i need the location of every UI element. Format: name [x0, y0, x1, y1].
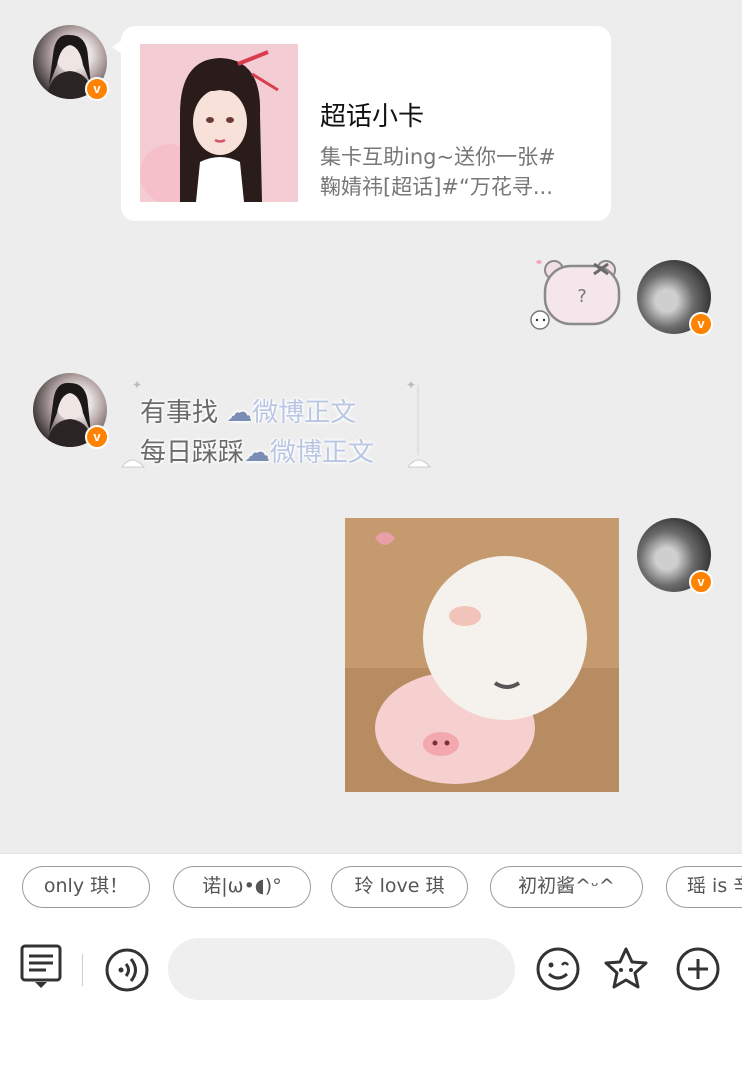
quick-reply-chip[interactable]: 玲 love 琪 [331, 866, 468, 908]
cute-text-line: 每日踩踩☁微博正文 [140, 432, 374, 469]
card-title: 超话小卡 [320, 102, 425, 132]
add-icon[interactable] [675, 946, 721, 996]
verified-badge-icon: v [85, 425, 109, 449]
svg-text:✦: ✦ [406, 378, 416, 392]
quick-reply-chip[interactable]: 初初酱^ᵕ^ [490, 866, 643, 908]
sender-avatar[interactable]: v [33, 25, 109, 101]
star-sticker-icon[interactable] [602, 945, 650, 997]
my-avatar[interactable]: v [637, 518, 713, 594]
plush-photo-message[interactable] [345, 518, 619, 792]
quick-reply-chip[interactable]: only 琪！ [22, 866, 150, 908]
super-topic-card-message[interactable]: 超话小卡 集卡互助ing~送你一张# 鞠婧祎[超话]#“万花寻... [112, 26, 611, 221]
toolbar-divider [82, 954, 83, 986]
quick-reply-chip[interactable]: 瑶 is 辛 [666, 866, 742, 908]
voice-icon[interactable] [104, 947, 150, 997]
card-thumbnail-image [140, 44, 298, 202]
my-avatar[interactable]: v [637, 260, 713, 336]
cloud-icon: ☁ [226, 398, 253, 428]
quick-reply-bar[interactable]: only 琪！ 诺|ω•◖)° 玲 love 琪 初初酱^ᵕ^ 瑶 is 辛 [0, 866, 742, 912]
text-segment: 微博正文 [270, 438, 375, 468]
message-input[interactable] [168, 938, 515, 1000]
quick-reply-chip[interactable]: 诺|ω•◖)° [173, 866, 311, 908]
text-segment: 微博正文 [252, 398, 357, 428]
cute-text-line: 有事找 ☁微博正文 [140, 392, 356, 429]
card-description: 集卡互助ing~送你一张# 鞠婧祎[超话]#“万花寻... [320, 142, 595, 202]
bear-sticker-message[interactable]: ? [524, 256, 624, 332]
verified-badge-icon: v [85, 77, 109, 101]
text-segment: 有事找 [140, 398, 219, 428]
sender-avatar[interactable]: v [33, 373, 109, 449]
chat-area[interactable]: v 超话小卡 集卡互助ing~送你一张# 鞠婧祎[超话]#“万花寻... ? v… [0, 0, 742, 853]
menu-keyboard-icon[interactable] [20, 944, 62, 994]
bottom-panel: only 琪！ 诺|ω•◖)° 玲 love 琪 初初酱^ᵕ^ 瑶 is 辛 [0, 853, 742, 1081]
svg-text:✦: ✦ [132, 378, 142, 392]
verified-badge-icon: v [689, 312, 713, 336]
card-description-line: 鞠婧祎[超话]#“万花寻... [320, 175, 553, 199]
svg-text:?: ? [577, 286, 587, 307]
cloud-icon: ☁ [244, 438, 271, 468]
emoji-icon[interactable] [535, 946, 581, 996]
text-segment: 每日踩踩 [140, 438, 245, 468]
card-description-line: 集卡互助ing~送你一张# [320, 145, 556, 169]
verified-badge-icon: v [689, 570, 713, 594]
cute-text-image-message[interactable]: ✦ ✦ 有事找 ☁微博正文 每日踩踩☁微博正文 [118, 375, 438, 475]
